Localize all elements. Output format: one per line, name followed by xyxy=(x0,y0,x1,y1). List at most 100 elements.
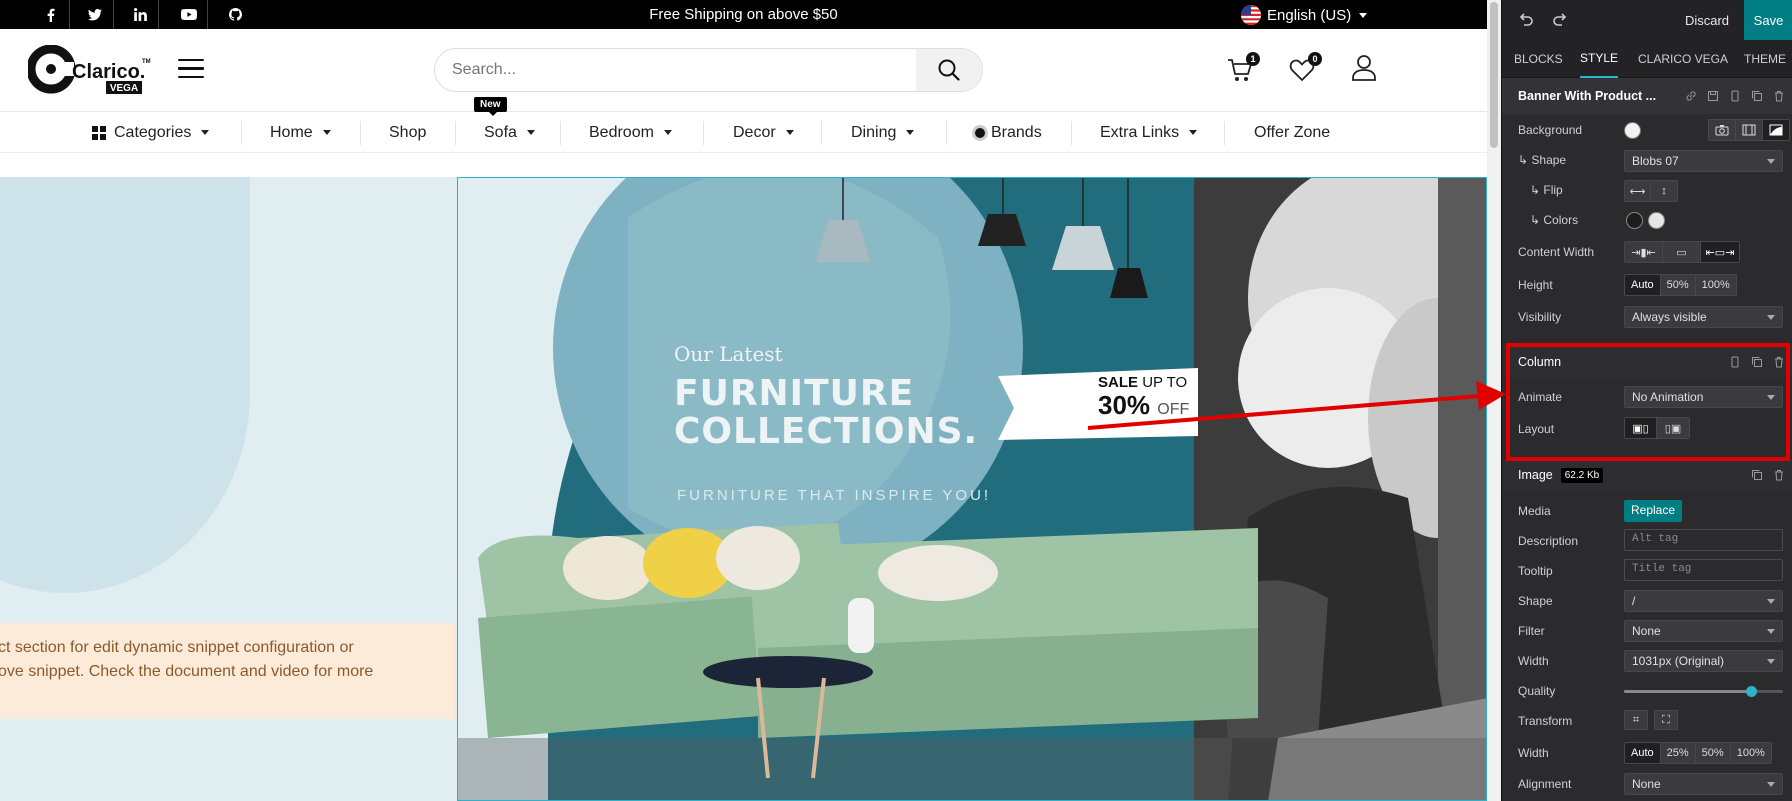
language-selector[interactable]: English (US) xyxy=(1241,5,1368,25)
nav-item-offer-zone[interactable]: Offer Zone xyxy=(1254,112,1330,153)
transform-group: ⌗ ⛶ xyxy=(1624,710,1678,732)
shape-background-icon[interactable] xyxy=(1763,120,1789,140)
cart-count-badge: 1 xyxy=(1246,52,1260,66)
quality-slider-thumb[interactable] xyxy=(1745,686,1757,697)
save-snippet-icon[interactable] xyxy=(1707,90,1719,102)
site-header: Clarico. TM VEGA 1 0 xyxy=(0,29,1487,112)
narrow-width-icon[interactable]: ⇥▮⇤ xyxy=(1625,242,1663,262)
camera-icon[interactable] xyxy=(1709,120,1736,140)
quality-slider-fill xyxy=(1624,690,1752,693)
video-icon[interactable] xyxy=(1736,120,1763,140)
caret-down-icon xyxy=(906,130,915,135)
save-button[interactable]: Save xyxy=(1744,0,1792,40)
height-100-button[interactable]: 100% xyxy=(1695,275,1736,295)
notice-line-1: ct section for edit dynamic snippet conf… xyxy=(0,639,354,656)
search-button[interactable] xyxy=(916,49,982,91)
language-label: English (US) xyxy=(1267,6,1352,24)
filter-select[interactable]: None xyxy=(1624,620,1783,642)
wishlist-button[interactable]: 0 xyxy=(1288,52,1322,86)
search-bar xyxy=(434,48,983,92)
trash-icon[interactable] xyxy=(1773,469,1785,481)
background-type-group xyxy=(1708,119,1790,141)
height-50-button[interactable]: 50% xyxy=(1660,275,1696,295)
nav-item-categories[interactable]: Categories xyxy=(92,112,210,153)
flip-vertical-icon[interactable]: ↕ xyxy=(1651,181,1677,201)
nav-item-shop[interactable]: Shop xyxy=(389,112,426,153)
image-width-label: Width xyxy=(1518,654,1549,668)
visibility-select[interactable]: Always visible xyxy=(1624,306,1783,328)
shape-select[interactable]: Blobs 07 xyxy=(1624,150,1783,172)
shape-color-2[interactable] xyxy=(1648,212,1665,229)
nav-item-decor[interactable]: Decor xyxy=(733,112,794,153)
flip-horizontal-icon[interactable]: ⟷ xyxy=(1625,181,1651,201)
mobile-icon[interactable] xyxy=(1729,90,1741,102)
height-auto-button[interactable]: Auto xyxy=(1625,275,1661,295)
media-label: Media xyxy=(1518,504,1551,518)
image-width-select[interactable]: 1031px (Original) xyxy=(1624,650,1783,672)
brands-icon xyxy=(972,124,988,141)
width-100-button[interactable]: 100% xyxy=(1730,743,1771,763)
banner-image[interactable]: Our Latest FURNITURE COLLECTIONS. FURNIT… xyxy=(457,177,1487,801)
height-group: Auto 50% 100% xyxy=(1624,274,1737,296)
nav-label: Sofa xyxy=(484,123,517,141)
page-scrollbar[interactable] xyxy=(1487,0,1501,801)
flip-group: ⟷ ↕ xyxy=(1624,180,1678,202)
notice-line-2: ove snippet. Check the document and vide… xyxy=(0,663,374,680)
caret-down-icon xyxy=(785,130,794,135)
discard-button[interactable]: Discard xyxy=(1674,0,1740,40)
crop-icon[interactable]: ⌗ xyxy=(1624,710,1648,730)
flip-label: ↳ Flip xyxy=(1530,183,1563,197)
quality-slider[interactable] xyxy=(1624,686,1783,697)
trash-icon[interactable] xyxy=(1773,90,1785,102)
nav-label: Home xyxy=(270,123,313,141)
site-logo[interactable]: Clarico. TM VEGA xyxy=(26,44,151,97)
duplicate-icon[interactable] xyxy=(1751,90,1763,102)
image-shape-select[interactable]: / xyxy=(1624,590,1783,612)
shape-color-1[interactable] xyxy=(1626,212,1643,229)
visibility-label: Visibility xyxy=(1518,310,1562,324)
undo-icon[interactable] xyxy=(1516,0,1536,40)
nav-label: Shop xyxy=(389,123,427,141)
full-width-icon[interactable]: ⇤▭⇥ xyxy=(1701,242,1739,262)
nav-item-dining[interactable]: Dining xyxy=(851,112,915,153)
editor-toolbar: Discard Save xyxy=(1502,0,1792,40)
nav-item-brands[interactable]: Brands xyxy=(971,112,1042,153)
caret-down-icon xyxy=(526,130,535,135)
image-shape-label: Shape xyxy=(1518,594,1553,608)
colors-label-text: Colors xyxy=(1543,213,1579,227)
search-input[interactable] xyxy=(435,49,917,91)
hamburger-menu-icon[interactable] xyxy=(178,59,204,81)
account-button[interactable] xyxy=(1351,54,1381,84)
tab-theme[interactable]: THEME xyxy=(1744,40,1786,78)
scrollbar-thumb[interactable] xyxy=(1490,2,1498,148)
section-actions xyxy=(1685,90,1785,102)
banner-title-line-2: COLLECTIONS. xyxy=(674,411,979,452)
tooltip-input[interactable]: Title tag xyxy=(1624,559,1783,581)
sale-percent: 30% xyxy=(1098,390,1151,420)
cart-button[interactable]: 1 xyxy=(1226,52,1260,86)
link-icon[interactable] xyxy=(1685,90,1697,102)
transform-icon[interactable]: ⛶ xyxy=(1654,710,1678,730)
nav-item-sofa[interactable]: Sofa xyxy=(484,112,535,153)
width-auto-button[interactable]: Auto xyxy=(1625,743,1661,763)
tab-style[interactable]: STYLE xyxy=(1580,40,1619,78)
redo-icon[interactable] xyxy=(1550,0,1570,40)
image-section-header: Image 62.2 Kb xyxy=(1502,458,1792,492)
description-input[interactable]: Alt tag xyxy=(1624,529,1783,551)
tab-blocks[interactable]: BLOCKS xyxy=(1514,40,1563,78)
width-50-button[interactable]: 50% xyxy=(1695,743,1731,763)
replace-media-button[interactable]: Replace xyxy=(1624,500,1683,522)
nav-item-home[interactable]: Home xyxy=(270,112,331,153)
tab-clarico-vega[interactable]: CLARICO VEGA xyxy=(1638,40,1728,78)
nav-label: Extra Links xyxy=(1100,123,1180,141)
background-color-swatch[interactable] xyxy=(1624,122,1641,139)
sale-tag: SALE UP TO 30% OFF xyxy=(1098,374,1189,424)
duplicate-icon[interactable] xyxy=(1751,469,1763,481)
nav-item-bedroom[interactable]: Bedroom xyxy=(589,112,672,153)
nav-item-extra-links[interactable]: Extra Links xyxy=(1100,112,1198,153)
alignment-select[interactable]: None xyxy=(1624,773,1783,795)
filter-label: Filter xyxy=(1518,624,1545,638)
width-25-button[interactable]: 25% xyxy=(1660,743,1696,763)
regular-width-icon[interactable]: ▭ xyxy=(1663,242,1701,262)
alignment-label: Alignment xyxy=(1518,777,1572,791)
